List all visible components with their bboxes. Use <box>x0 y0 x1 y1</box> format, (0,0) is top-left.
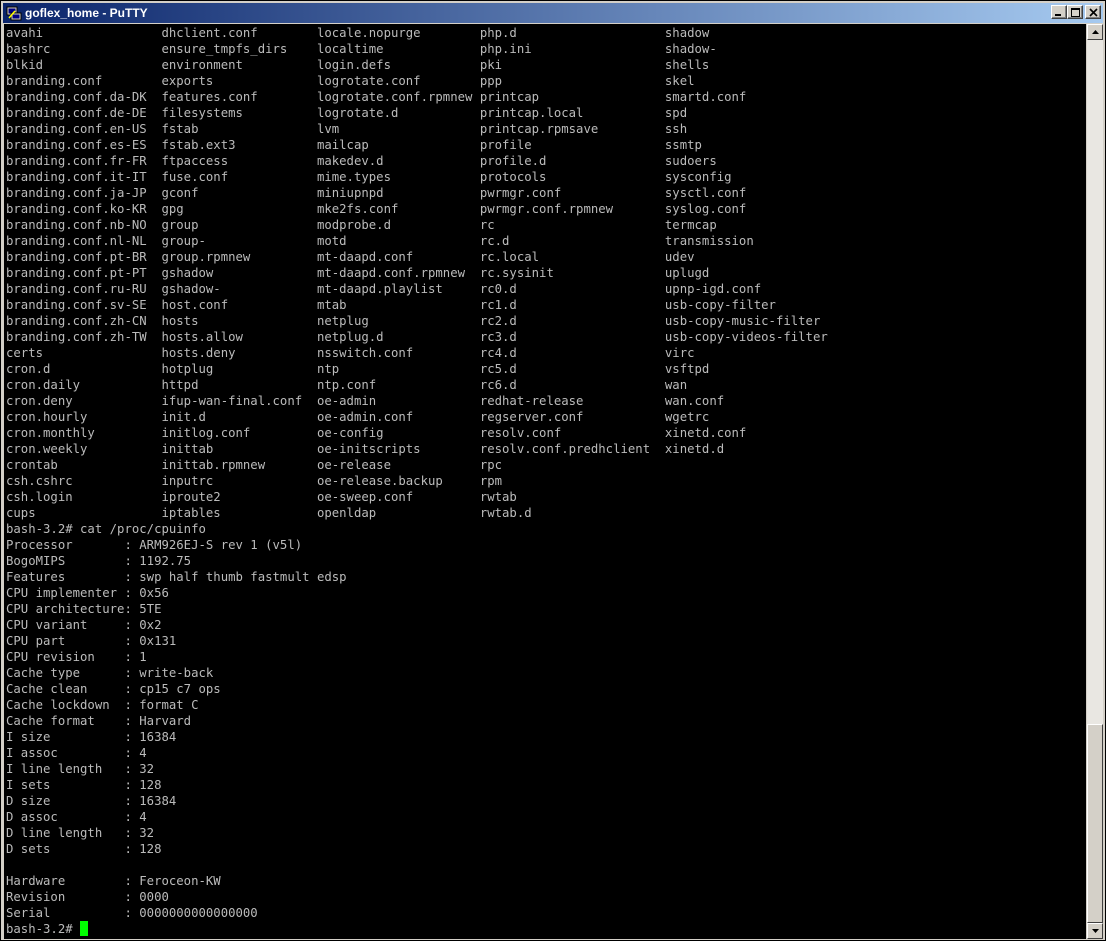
terminal-line: CPU implementer : 0x56 <box>6 586 169 600</box>
terminal-line: cron.monthly initlog.conf oe-config reso… <box>6 426 747 440</box>
terminal-line: D line length : 32 <box>6 826 155 840</box>
terminal-output[interactable]: avahi dhclient.conf locale.nopurge php.d… <box>4 24 1086 939</box>
terminal-line: D size : 16384 <box>6 794 177 808</box>
title-bar[interactable]: goflex_home - PuTTY <box>3 3 1103 23</box>
terminal-text: avahi dhclient.conf locale.nopurge php.d… <box>4 24 1086 937</box>
terminal-line: CPU part : 0x131 <box>6 634 177 648</box>
terminal-line: cron.hourly init.d oe-admin.conf regserv… <box>6 410 710 424</box>
terminal-line: avahi dhclient.conf locale.nopurge php.d… <box>6 26 710 40</box>
terminal-line: Hardware : Feroceon-KW <box>6 874 221 888</box>
terminal-line: branding.conf.nb-NO group modprobe.d rc … <box>6 218 717 232</box>
terminal-line: CPU variant : 0x2 <box>6 618 162 632</box>
terminal-line: crontab inittab.rpmnew oe-release rpc <box>6 458 503 472</box>
terminal-line: branding.conf.zh-CN hosts netplug rc2.d … <box>6 314 821 328</box>
terminal-line: blkid environment login.defs pki shells <box>6 58 710 72</box>
terminal-line: BogoMIPS : 1192.75 <box>6 554 192 568</box>
terminal-line: bashrc ensure_tmpfs_dirs localtime php.i… <box>6 42 717 56</box>
terminal-line: branding.conf.en-US fstab lvm printcap.r… <box>6 122 688 136</box>
terminal-line: I line length : 32 <box>6 762 155 776</box>
terminal-line: cron.weekly inittab oe-initscripts resol… <box>6 442 725 456</box>
terminal-line: csh.login iproute2 oe-sweep.conf rwtab <box>6 490 517 504</box>
terminal-line: branding.conf.de-DE filesystems logrotat… <box>6 106 688 120</box>
shell-prompt: bash-3.2# <box>6 922 81 936</box>
window-title: goflex_home - PuTTY <box>25 6 148 20</box>
terminal-line: branding.conf.ko-KR gpg mke2fs.conf pwrm… <box>6 202 747 216</box>
terminal-line: branding.conf exports logrotate.conf ppp… <box>6 74 695 88</box>
maximize-icon <box>1071 8 1080 17</box>
terminal-line: I size : 16384 <box>6 730 177 744</box>
terminal-line: cups iptables openldap rwtab.d <box>6 506 532 520</box>
terminal-line: branding.conf.it-IT fuse.conf mime.types… <box>6 170 732 184</box>
terminal-line: branding.conf.nl-NL group- motd rc.d tra… <box>6 234 754 248</box>
terminal-line: Features : swp half thumb fastmult edsp <box>6 570 347 584</box>
terminal-line: Revision : 0000 <box>6 890 169 904</box>
terminal-line: CPU revision : 1 <box>6 650 147 664</box>
maximize-button[interactable] <box>1067 5 1083 19</box>
close-icon <box>1089 8 1098 17</box>
minimize-button[interactable] <box>1051 5 1067 19</box>
terminal-line: Processor : ARM926EJ-S rev 1 (v5l) <box>6 538 303 552</box>
terminal-line: branding.conf.pt-BR group.rpmnew mt-daap… <box>6 250 695 264</box>
close-button[interactable] <box>1085 5 1101 19</box>
terminal-lines: avahi dhclient.conf locale.nopurge php.d… <box>6 26 828 920</box>
terminal-line: Cache type : write-back <box>6 666 214 680</box>
terminal-line: branding.conf.es-ES fstab.ext3 mailcap p… <box>6 138 702 152</box>
terminal-line: cron.daily httpd ntp.conf rc6.d wan <box>6 378 688 392</box>
terminal-line: certs hosts.deny nsswitch.conf rc4.d vir… <box>6 346 695 360</box>
terminal-line: cron.d hotplug ntp rc5.d vsftpd <box>6 362 710 376</box>
terminal-line: branding.conf.sv-SE host.conf mtab rc1.d… <box>6 298 776 312</box>
terminal-line: Serial : 0000000000000000 <box>6 906 258 920</box>
scrollbar-thumb[interactable] <box>1087 724 1103 923</box>
terminal-line: cron.deny ifup-wan-final.conf oe-admin r… <box>6 394 725 408</box>
terminal-line: branding.conf.zh-TW hosts.allow netplug.… <box>6 330 828 344</box>
terminal-line: Cache clean : cp15 c7 ops <box>6 682 221 696</box>
scroll-down-button[interactable] <box>1087 923 1103 939</box>
terminal-line: bash-3.2# cat /proc/cpuinfo <box>6 522 206 536</box>
terminal-line: branding.conf.fr-FR ftpaccess makedev.d … <box>6 154 717 168</box>
putty-window: goflex_home - PuTTY avahi dhclient.conf … <box>0 0 1106 941</box>
terminal-line: I assoc : 4 <box>6 746 147 760</box>
terminal-line: D assoc : 4 <box>6 810 147 824</box>
text-cursor <box>80 921 89 936</box>
terminal-line: csh.cshrc inputrc oe-release.backup rpm <box>6 474 503 488</box>
arrow-down-icon <box>1092 929 1099 933</box>
minimize-icon <box>1055 14 1061 16</box>
terminal-line: Cache format : Harvard <box>6 714 192 728</box>
terminal-line: CPU architecture: 5TE <box>6 602 162 616</box>
terminal-line: D sets : 128 <box>6 842 162 856</box>
scroll-up-button[interactable] <box>1087 24 1103 40</box>
putty-app-icon[interactable] <box>6 5 22 21</box>
terminal-line: branding.conf.ja-JP gconf miniupnpd pwrm… <box>6 186 747 200</box>
arrow-up-icon <box>1092 30 1099 34</box>
terminal-line: Cache lockdown : format C <box>6 698 199 712</box>
terminal-line: branding.conf.ru-RU gshadow- mt-daapd.pl… <box>6 282 762 296</box>
terminal-line: branding.conf.pt-PT gshadow mt-daapd.con… <box>6 266 710 280</box>
terminal-line: I sets : 128 <box>6 778 162 792</box>
vertical-scrollbar[interactable] <box>1087 24 1103 939</box>
terminal-line: branding.conf.da-DK features.conf logrot… <box>6 90 747 104</box>
